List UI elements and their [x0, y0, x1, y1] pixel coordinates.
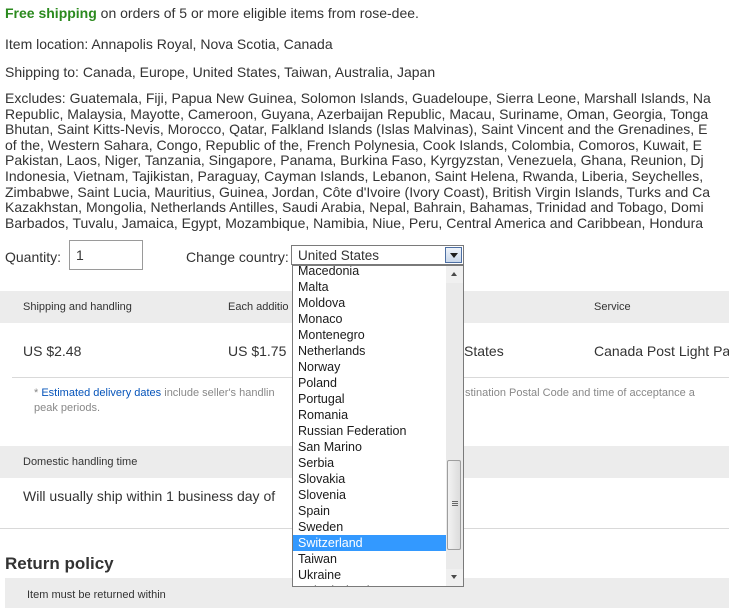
- country-option[interactable]: Monaco: [293, 311, 449, 327]
- country-option[interactable]: Taiwan: [293, 551, 449, 567]
- excludes-line: Indonesia, Vietnam, Tajikistan, Paraguay…: [5, 167, 704, 184]
- service-cell: Canada Post Light Pa: [594, 343, 729, 359]
- excludes-line: Kazakhstan, Mongolia, Netherlands Antill…: [5, 199, 704, 216]
- note-text-right: stination Postal Code and time of accept…: [465, 387, 695, 399]
- excludes-line: Excludes: Guatemala, Fiji, Papua New Gui…: [5, 90, 711, 106]
- free-shipping-text: on orders of 5 or more eligible items fr…: [96, 5, 419, 21]
- country-option[interactable]: Macedonia: [293, 266, 449, 279]
- header-shipping-handling: Shipping and handling: [23, 301, 132, 313]
- header-each-additional: Each additio: [228, 301, 289, 313]
- return-policy-title: Return policy: [5, 554, 114, 573]
- shipping-to: Shipping to: Canada, Europe, United Stat…: [5, 64, 436, 80]
- excludes-line: Zimbabwe, Saint Lucia, Mauritius, Guinea…: [5, 183, 711, 200]
- dropdown-scrollbar[interactable]: [446, 266, 463, 586]
- scroll-up-icon[interactable]: [446, 266, 463, 283]
- country-select[interactable]: United States: [291, 245, 464, 265]
- scroll-down-icon[interactable]: [446, 569, 463, 586]
- country-option[interactable]: Ukraine: [293, 567, 449, 583]
- country-option[interactable]: Portugal: [293, 391, 449, 407]
- estimated-delivery-link[interactable]: Estimated delivery dates: [41, 387, 161, 399]
- country-option[interactable]: San Marino: [293, 439, 449, 455]
- country-option[interactable]: Norway: [293, 359, 449, 375]
- country-option[interactable]: Spain: [293, 503, 449, 519]
- country-option[interactable]: Romania: [293, 407, 449, 423]
- chevron-down-icon[interactable]: [445, 247, 462, 263]
- excludes-line: Pakistan, Laos, Niger, Tanzania, Singapo…: [5, 152, 704, 169]
- country-dropdown-list[interactable]: Macedonia Malta Moldova Monaco Montenegro Net…: [292, 265, 464, 587]
- country-option[interactable]: Poland: [293, 375, 449, 391]
- country-option[interactable]: Serbia: [293, 455, 449, 471]
- excludes-line: Republic, Malaysia, Mayotte, Cameroon, G…: [5, 105, 709, 122]
- free-shipping-label: Free shipping: [5, 5, 97, 21]
- change-country-label: Change country:: [186, 249, 289, 265]
- country-option[interactable]: Slovakia: [293, 471, 449, 487]
- free-shipping-line: Free shipping on orders of 5 or more eli…: [5, 5, 419, 21]
- scrollbar-thumb[interactable]: [447, 460, 461, 550]
- country-option[interactable]: Malta: [293, 279, 449, 295]
- quantity-input[interactable]: [69, 240, 143, 270]
- shipping-cost: US $2.48: [23, 343, 82, 359]
- header-domestic-handling: Domestic handling time: [23, 456, 138, 468]
- handling-text: Will usually ship within 1 business day …: [23, 488, 276, 504]
- note-text: include seller's handlin: [161, 387, 275, 399]
- each-additional-cost: US $1.75: [228, 343, 287, 359]
- country-select-value: United States: [298, 248, 380, 263]
- country-option[interactable]: Slovenia: [293, 487, 449, 503]
- country-option[interactable]: Sweden: [293, 519, 449, 535]
- country-option[interactable]: Montenegro: [293, 327, 449, 343]
- excludes-line: Bhutan, Saint Kitts-Nevis, Morocco, Qata…: [5, 121, 708, 138]
- note-text-second: peak periods.: [34, 402, 101, 414]
- delivery-note: * Estimated delivery dates include selle…: [34, 386, 275, 401]
- quantity-label: Quantity:: [5, 249, 62, 265]
- country-option[interactable]: Moldova: [293, 295, 449, 311]
- ship-to-cell: States: [464, 343, 504, 359]
- excludes-list: Excludes: Guatemala, Fiji, Papua New Gui…: [5, 90, 729, 231]
- item-location: Item location: Annapolis Royal, Nova Sco…: [5, 36, 333, 52]
- header-service: Service: [594, 301, 631, 313]
- excludes-line: Barbados, Tuvalu, Jamaica, Egypt, Mozamb…: [5, 214, 704, 231]
- country-option[interactable]: Switzerland: [293, 535, 449, 551]
- country-option[interactable]: United Kingdom: [293, 583, 449, 586]
- country-option[interactable]: Russian Federation: [293, 423, 449, 439]
- excludes-line: of the, Western Sahara, Congo, Republic …: [5, 136, 702, 153]
- country-option[interactable]: Netherlands: [293, 343, 449, 359]
- return-within-header: Item must be returned within: [27, 589, 166, 601]
- grip-icon: [452, 501, 458, 502]
